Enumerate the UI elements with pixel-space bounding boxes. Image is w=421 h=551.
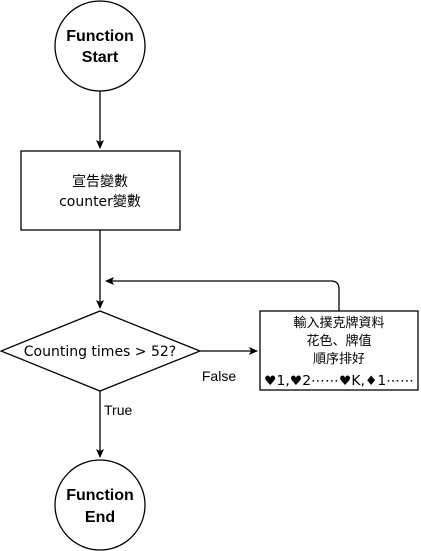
false-edge-label: False: [202, 368, 236, 384]
declare-node-line1: 宣告變數: [72, 174, 128, 190]
input-node-line4: ♥1,♥2⋯⋯♥K,♦1⋯⋯: [264, 374, 414, 389]
start-node-line1: Function: [66, 28, 134, 45]
declare-node: 宣告變數 counter變數: [20, 150, 181, 231]
decision-node: Counting times > 52?: [0, 310, 202, 392]
input-node-line2: 花色、牌值: [306, 333, 371, 349]
end-node-line2: End: [85, 509, 115, 526]
start-node-line2: Start: [82, 49, 119, 66]
input-node-line3: 順序排好: [313, 352, 365, 367]
end-node: Function End: [54, 459, 146, 551]
flowchart-diagram: Function Start 宣告變數 counter變數 Counting t…: [0, 0, 419, 551]
start-node-circle: [54, 0, 146, 92]
edge-input-loop-back: [105, 277, 340, 311]
input-node-line1: 輸入撲克牌資料: [293, 315, 384, 331]
decision-node-label: Counting times > 52?: [24, 344, 176, 360]
declare-node-line2: counter變數: [59, 194, 141, 210]
input-node: 輸入撲克牌資料 花色、牌值 順序排好 ♥1,♥2⋯⋯♥K,♦1⋯⋯: [259, 310, 419, 391]
end-node-circle: [54, 459, 146, 551]
end-node-line1: Function: [66, 487, 134, 504]
true-edge-label: True: [104, 402, 132, 418]
declare-node-box: [20, 150, 181, 231]
start-node: Function Start: [54, 0, 146, 92]
